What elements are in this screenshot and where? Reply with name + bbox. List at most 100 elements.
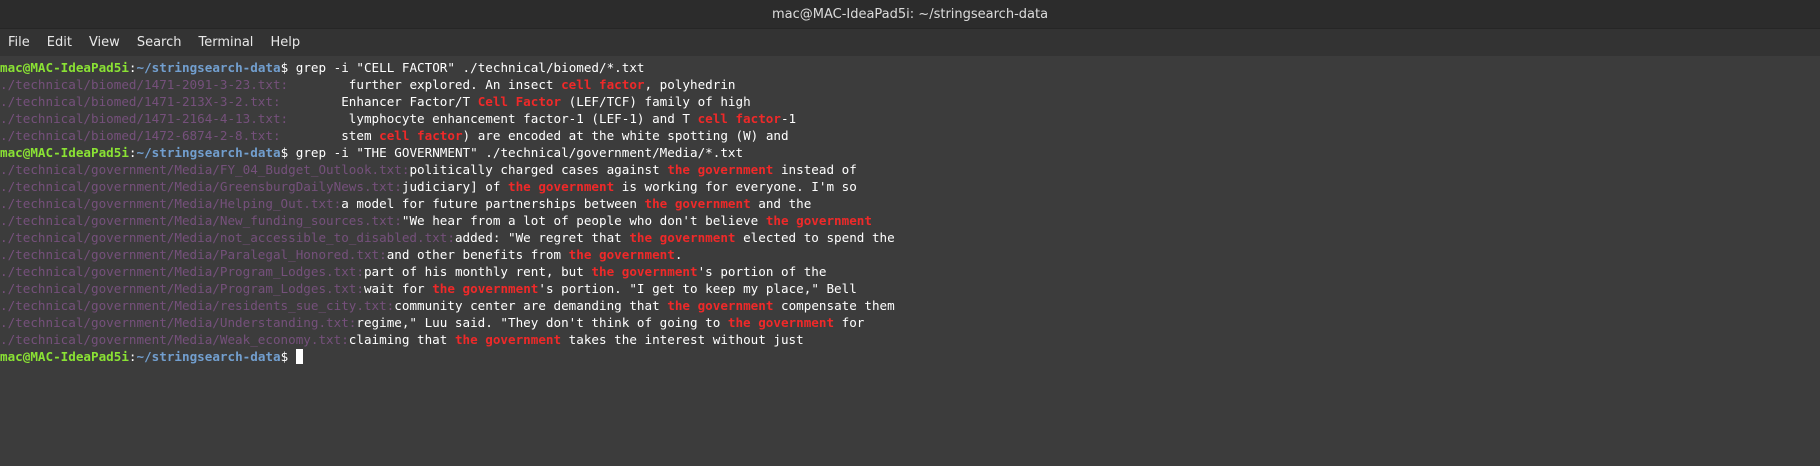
result-filename: ./technical/government/Media/not_accessi… xyxy=(0,230,455,245)
result-text: politically charged cases against xyxy=(409,162,668,177)
result-filename: ./technical/government/Media/FY_04_Budge… xyxy=(0,162,410,177)
result-filename: ./technical/government/Media/Program_Lod… xyxy=(0,264,364,279)
match-highlight: cell factor xyxy=(561,77,645,92)
grep-result-line: ./technical/government/Media/FY_04_Budge… xyxy=(0,161,1820,178)
prompt-line: mac@MAC-IdeaPad5i:~/stringsearch-data$ g… xyxy=(0,144,1820,161)
result-text: regime," Luu said. "They don't think of … xyxy=(356,315,728,330)
grep-result-line: ./technical/biomed/1471-2091-3-23.txt: f… xyxy=(0,76,1820,93)
command-text: grep -i "THE GOVERNMENT" ./technical/gov… xyxy=(295,145,744,160)
prompt-symbol: $ xyxy=(280,60,296,75)
prompt-separator: : xyxy=(128,60,137,75)
grep-result-line: ./technical/government/Media/Paralegal_H… xyxy=(0,246,1820,263)
result-text: -1 xyxy=(780,111,797,126)
match-highlight: the government xyxy=(568,247,675,262)
grep-result-line: ./technical/government/Media/New_funding… xyxy=(0,212,1820,229)
result-text: community center are demanding that xyxy=(394,298,668,313)
grep-result-line: ./technical/biomed/1471-2164-4-13.txt: l… xyxy=(0,110,1820,127)
result-text: for xyxy=(834,315,865,330)
grep-result-line: ./technical/government/Media/Helping_Out… xyxy=(0,195,1820,212)
result-text: . xyxy=(674,247,683,262)
prompt-symbol: $ xyxy=(280,349,296,364)
result-text: lymphocyte enhancement factor-1 (LEF-1) … xyxy=(288,111,698,126)
result-filename: ./technical/biomed/1471-213X-3-2.txt: xyxy=(0,94,281,109)
result-filename: ./technical/biomed/1471-2164-4-13.txt: xyxy=(0,111,289,126)
result-text: , polyhedrin xyxy=(644,77,736,92)
result-filename: ./technical/government/Media/Understandi… xyxy=(0,315,357,330)
match-highlight: the government xyxy=(508,179,615,194)
result-filename: ./technical/biomed/1472-6874-2-8.txt: xyxy=(0,128,281,143)
result-text: and the xyxy=(750,196,812,211)
result-text: "We hear from a lot of people who don't … xyxy=(401,213,766,228)
result-text: part of his monthly rent, but xyxy=(363,264,592,279)
result-text: ) are encoded at the white spotting (W) … xyxy=(462,128,789,143)
result-text: (LEF/TCF) family of high xyxy=(561,94,751,109)
prompt-user-host: mac@MAC-IdeaPad5i xyxy=(0,60,129,75)
result-text: judiciary] of xyxy=(401,179,509,194)
result-text: wait for xyxy=(363,281,433,296)
result-text: a model for future partnerships between xyxy=(341,196,645,211)
result-text: compensate them xyxy=(773,298,895,313)
prompt-user-host: mac@MAC-IdeaPad5i xyxy=(0,349,129,364)
grep-result-line: ./technical/government/Media/GreensburgD… xyxy=(0,178,1820,195)
prompt-separator: : xyxy=(128,145,137,160)
result-text: 's portion. "I get to keep my place," Be… xyxy=(538,281,857,296)
match-highlight: the government xyxy=(727,315,835,330)
match-highlight: the government xyxy=(591,264,698,279)
result-text: takes the interest without just xyxy=(561,332,804,347)
result-filename: ./technical/government/Media/Helping_Out… xyxy=(0,196,342,211)
prompt-path: ~/stringsearch-data xyxy=(136,349,281,364)
terminal-output[interactable]: mac@MAC-IdeaPad5i:~/stringsearch-data$ g… xyxy=(0,56,1820,365)
result-filename: ./technical/government/Media/GreensburgD… xyxy=(0,179,402,194)
match-highlight: the government xyxy=(667,298,774,313)
result-filename: ./technical/government/Media/residents_s… xyxy=(0,298,395,313)
result-filename: ./technical/biomed/1471-2091-3-23.txt: xyxy=(0,77,289,92)
match-highlight: cell factor xyxy=(379,128,463,143)
grep-result-line: ./technical/government/Media/Understandi… xyxy=(0,314,1820,331)
prompt-separator: : xyxy=(128,349,137,364)
grep-result-line: ./technical/government/Media/Weak_econom… xyxy=(0,331,1820,348)
menu-edit[interactable]: Edit xyxy=(43,29,76,56)
prompt-path: ~/stringsearch-data xyxy=(136,145,281,160)
match-highlight: the government xyxy=(765,213,872,228)
menu-search[interactable]: Search xyxy=(133,29,186,56)
prompt-symbol: $ xyxy=(280,145,296,160)
grep-result-line: ./technical/government/Media/not_accessi… xyxy=(0,229,1820,246)
match-highlight: the government xyxy=(644,196,751,211)
match-highlight: the government xyxy=(432,281,539,296)
match-highlight: Cell Factor xyxy=(477,94,562,109)
result-text: elected to spend the xyxy=(735,230,895,245)
window-titlebar[interactable]: mac@MAC-IdeaPad5i: ~/stringsearch-data xyxy=(0,0,1820,29)
menu-help[interactable]: Help xyxy=(266,29,304,56)
match-highlight: the government xyxy=(629,230,736,245)
match-highlight: the government xyxy=(667,162,774,177)
result-text: added: "We regret that xyxy=(454,230,630,245)
prompt-line: mac@MAC-IdeaPad5i:~/stringsearch-data$ g… xyxy=(0,59,1820,76)
result-text: claiming that xyxy=(348,332,455,347)
grep-result-line: ./technical/government/Media/residents_s… xyxy=(0,297,1820,314)
result-text: instead of xyxy=(773,162,857,177)
prompt-path: ~/stringsearch-data xyxy=(136,60,281,75)
result-text: further explored. An insect xyxy=(288,77,562,92)
menu-view[interactable]: View xyxy=(85,29,124,56)
command-text: grep -i "CELL FACTOR" ./technical/biomed… xyxy=(295,60,645,75)
menu-bar: File Edit View Search Terminal Help xyxy=(0,29,1820,56)
menu-file[interactable]: File xyxy=(4,29,34,56)
window-title: mac@MAC-IdeaPad5i: ~/stringsearch-data xyxy=(771,6,1049,22)
result-text: Enhancer Factor/T xyxy=(280,94,478,109)
terminal-cursor xyxy=(295,349,303,364)
grep-result-line: ./technical/biomed/1472-6874-2-8.txt: st… xyxy=(0,127,1820,144)
menu-terminal[interactable]: Terminal xyxy=(194,29,257,56)
result-filename: ./technical/government/Media/Program_Lod… xyxy=(0,281,364,296)
match-highlight: cell factor xyxy=(697,111,781,126)
grep-result-line: ./technical/government/Media/Program_Lod… xyxy=(0,280,1820,297)
prompt-user-host: mac@MAC-IdeaPad5i xyxy=(0,145,129,160)
result-text: is working for everyone. I'm so xyxy=(614,179,857,194)
result-filename: ./technical/government/Media/New_funding… xyxy=(0,213,402,228)
prompt-line: mac@MAC-IdeaPad5i:~/stringsearch-data$ xyxy=(0,348,1820,365)
result-filename: ./technical/government/Media/Weak_econom… xyxy=(0,332,349,347)
grep-result-line: ./technical/biomed/1471-213X-3-2.txt: En… xyxy=(0,93,1820,110)
result-text: stem xyxy=(280,128,380,143)
result-text: and other benefits from xyxy=(386,247,569,262)
result-filename: ./technical/government/Media/Paralegal_H… xyxy=(0,247,387,262)
match-highlight: the government xyxy=(454,332,562,347)
